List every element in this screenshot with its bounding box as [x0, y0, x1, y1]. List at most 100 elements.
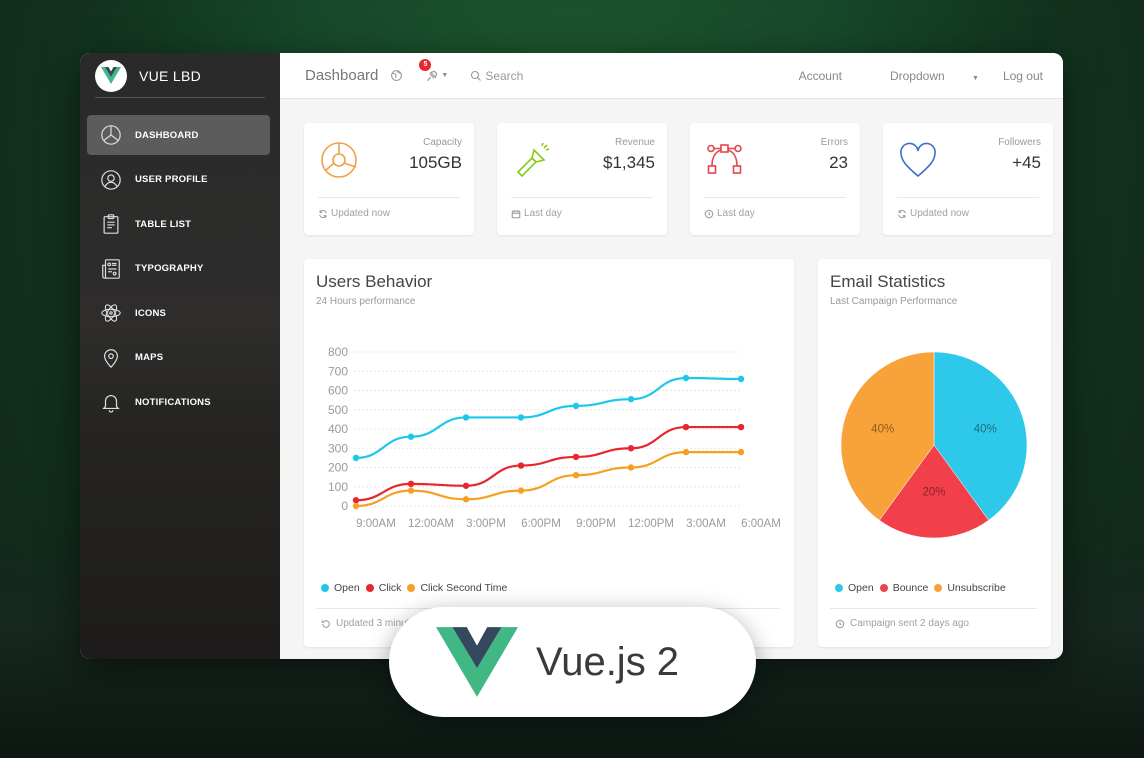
topbar: Dashboard 5 ▼ Search Account Dropdown ▼ … [280, 53, 1063, 99]
stats-row: Capacity 105GB Updated now Revenue $1,34… [304, 123, 1053, 235]
stat-footer: Last day [704, 208, 755, 219]
divider [704, 197, 846, 198]
refresh-icon [319, 209, 327, 218]
clock-icon [835, 619, 845, 628]
caret-down-icon: ▼ [441, 72, 449, 79]
data-point[interactable] [407, 480, 415, 488]
stat-category: Followers [998, 137, 1041, 148]
sidebar-item-table-list[interactable]: TABLE LIST [87, 204, 270, 244]
data-point[interactable] [462, 414, 470, 421]
data-point[interactable] [462, 496, 470, 503]
divider [897, 197, 1039, 198]
users-behavior-card: Users Behavior 24 Hours performance 0 100… [304, 259, 794, 647]
notification-icon [427, 70, 438, 81]
stat-footer-text: Last day [524, 208, 562, 219]
x-tick-label: 9:00PM [576, 518, 616, 530]
pie-chart-legend: Open Bounce Unsubscribe [835, 582, 1012, 594]
sidebar-item-dashboard[interactable]: DASHBOARD [87, 115, 270, 155]
email-statistics-pie-chart: 40% 20% 40% [840, 351, 1028, 539]
data-point[interactable] [572, 453, 580, 461]
search-link[interactable]: Search [470, 69, 523, 83]
line-chart-legend: Open Click Click Second Time [321, 582, 513, 594]
vue-badge-overlay: Vue.js 2 [389, 607, 756, 717]
sidebar-item-label: TABLE LIST [135, 218, 192, 230]
sidebar-brand: VUE LBD [139, 68, 202, 84]
data-point[interactable] [737, 423, 745, 431]
stat-category: Errors [820, 137, 848, 148]
data-point[interactable] [517, 462, 525, 469]
legend-dot-open [321, 584, 329, 592]
stat-category: Revenue [614, 137, 655, 148]
data-point[interactable] [462, 482, 470, 489]
data-point[interactable] [627, 445, 635, 452]
stat-footer-text: Last day [717, 208, 755, 219]
legend-dot-click-second [407, 584, 416, 592]
legend-label-click: Click [378, 582, 402, 594]
notifications-dropdown[interactable]: 5 ▼ [419, 58, 449, 83]
sidebar-nav: DASHBOARD USER PROFILE TABLE LIST TYPOGR… [80, 115, 280, 422]
card-footer-text: Campaign sent 2 days ago [850, 618, 969, 629]
data-point[interactable] [627, 464, 635, 471]
flashlight-icon [511, 139, 553, 181]
sidebar-item-label: ICONS [135, 307, 167, 319]
map-pin-icon [99, 346, 123, 370]
y-tick-label: 100 [328, 480, 348, 494]
search-icon [471, 70, 482, 81]
sidebar-item-icons[interactable]: ICONS [87, 293, 270, 333]
vue-logo-icon [436, 627, 518, 697]
data-point[interactable] [517, 487, 525, 494]
page-title[interactable]: Dashboard [305, 67, 378, 84]
dropdown-menu[interactable]: Dropdown ▼ [866, 69, 979, 83]
sidebar-item-maps[interactable]: MAPS [87, 338, 270, 378]
search-label: Search [485, 68, 524, 83]
data-point[interactable] [517, 414, 525, 421]
data-point[interactable] [352, 454, 360, 462]
x-tick-label: 3:00AM [686, 518, 726, 530]
data-point[interactable] [352, 502, 360, 510]
content: Capacity 105GB Updated now Revenue $1,34… [280, 99, 1063, 659]
heart-icon [897, 139, 939, 181]
sidebar-logo[interactable]: VUE LBD [95, 53, 265, 98]
sidebar-item-user-profile[interactable]: USER PROFILE [87, 160, 270, 200]
pie-slice-label: 20% [922, 487, 945, 499]
y-tick-label: 300 [328, 441, 348, 455]
account-link[interactable]: Account [799, 69, 842, 83]
y-tick-label: 200 [328, 461, 348, 475]
data-point[interactable] [737, 448, 745, 456]
sidebar-item-notifications[interactable]: NOTIFICATIONS [87, 382, 270, 422]
x-tick-label: 6:00AM [741, 518, 781, 530]
y-tick-label: 0 [341, 499, 348, 513]
vue-logo-icon [95, 60, 127, 92]
stat-footer: Last day [511, 208, 562, 219]
data-point[interactable] [407, 487, 415, 494]
stat-footer: Updated now [897, 208, 969, 219]
stat-card-followers: Followers +45 Updated now [883, 123, 1053, 235]
data-point[interactable] [682, 423, 690, 431]
data-point[interactable] [572, 402, 580, 410]
data-point[interactable] [572, 472, 580, 479]
data-point[interactable] [682, 448, 690, 456]
data-point[interactable] [737, 375, 745, 383]
user-icon [99, 168, 123, 192]
sidebar-item-label: DASHBOARD [135, 129, 199, 141]
data-point[interactable] [407, 433, 415, 440]
y-tick-label: 600 [328, 384, 348, 398]
data-point[interactable] [627, 395, 635, 403]
sidebar-item-typography[interactable]: TYPOGRAPHY [87, 249, 270, 289]
chart-icon [318, 139, 360, 181]
logout-link[interactable]: Log out [1003, 69, 1043, 83]
card-footer: Campaign sent 2 days ago [835, 618, 969, 629]
data-point[interactable] [682, 374, 690, 382]
legend-dot-unsubscribe [934, 584, 943, 592]
legend-dot-open [835, 584, 843, 592]
data-point[interactable] [352, 497, 360, 504]
y-tick-label: 500 [328, 403, 348, 417]
legend-dot-bounce [879, 584, 888, 592]
card-title: Email Statistics [830, 272, 946, 291]
globe-icon[interactable] [390, 69, 403, 82]
legend-label-open: Open [848, 582, 874, 594]
legend-dot-click [365, 584, 374, 592]
x-tick-label: 3:00PM [466, 518, 506, 530]
topbar-right-nav: Account Dropdown ▼ Log out [775, 53, 1043, 99]
caret-down-icon: ▼ [972, 75, 979, 82]
